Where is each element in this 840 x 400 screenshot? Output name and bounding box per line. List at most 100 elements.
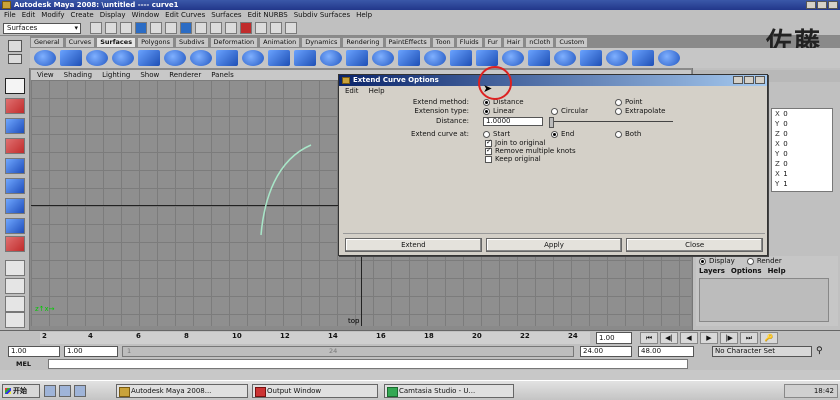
go-to-start-icon[interactable]: ⏮	[640, 332, 658, 344]
nurbs-torus-icon[interactable]	[164, 50, 186, 66]
animation-start-field[interactable]: 1.00	[8, 346, 60, 357]
loft-icon[interactable]	[268, 50, 290, 66]
step-back-icon[interactable]: ◀|	[660, 332, 678, 344]
birail-icon[interactable]	[346, 50, 368, 66]
dialog-title-bar[interactable]: Extend Curve Options	[339, 75, 767, 86]
move-tool-icon[interactable]	[5, 138, 25, 154]
snap-point-icon[interactable]	[210, 22, 222, 34]
channel-row[interactable]: Y 0	[772, 119, 832, 129]
menu-edit-curves[interactable]: Edit Curves	[165, 10, 205, 20]
menu-edit[interactable]: Edit	[22, 10, 36, 20]
rotate-tool-icon[interactable]	[5, 158, 25, 174]
close-button[interactable]	[828, 1, 838, 9]
snap-grid-icon[interactable]	[180, 22, 192, 34]
extension-type-linear-radio[interactable]: Linear	[483, 107, 515, 116]
shelf-tab-surfaces[interactable]: Surfaces	[96, 37, 137, 48]
snap-curve-icon[interactable]	[195, 22, 207, 34]
shelf-tab-polygons[interactable]: Polygons	[137, 37, 174, 48]
layer-menu-help[interactable]: Help	[768, 266, 786, 276]
channel-row[interactable]: X 1	[772, 169, 832, 179]
shelf-tab-toon[interactable]: Toon	[431, 37, 455, 48]
shelf-tab-fluids[interactable]: Fluids	[455, 37, 483, 48]
show-desktop-icon[interactable]	[44, 385, 56, 397]
layout-four-icon[interactable]	[5, 278, 25, 294]
current-frame-field[interactable]: 1.00	[596, 332, 632, 344]
project-curve-icon[interactable]	[450, 50, 472, 66]
panel-menu-view[interactable]: View	[37, 70, 54, 80]
stitch-icon[interactable]	[632, 50, 654, 66]
menu-help[interactable]: Help	[356, 10, 372, 20]
shelf-tab-rendering[interactable]: Rendering	[342, 37, 384, 48]
menu-set-dropdown[interactable]: Surfaces	[3, 23, 81, 34]
channel-row[interactable]: Z 0	[772, 159, 832, 169]
manipulator-tool-icon[interactable]	[5, 198, 25, 214]
nurbs-plane-icon[interactable]	[138, 50, 160, 66]
command-input[interactable]	[48, 359, 688, 369]
panel-menu-show[interactable]: Show	[140, 70, 159, 80]
extend-at-end-radio[interactable]: End	[551, 130, 574, 139]
extension-type-extrapolate-radio[interactable]: Extrapolate	[615, 107, 666, 116]
layer-menu-layers[interactable]: Layers	[699, 266, 725, 276]
bevel-icon[interactable]	[424, 50, 446, 66]
panel-menu-renderer[interactable]: Renderer	[169, 70, 201, 80]
character-key-icon[interactable]: ⚲	[816, 346, 823, 356]
extend-at-both-radio[interactable]: Both	[615, 130, 641, 139]
shelf-tab-dynamics[interactable]: Dynamics	[301, 37, 342, 48]
layer-render-radio[interactable]: Render	[746, 256, 782, 266]
menu-display[interactable]: Display	[100, 10, 126, 20]
nurbs-cylinder-icon[interactable]	[86, 50, 108, 66]
dialog-menu-help[interactable]: Help	[369, 86, 385, 96]
save-scene-icon[interactable]	[120, 22, 132, 34]
fillet-icon[interactable]	[606, 50, 628, 66]
extend-curve-icon[interactable]	[502, 50, 524, 66]
command-language-label[interactable]: MEL	[16, 360, 31, 368]
menu-file[interactable]: File	[4, 10, 16, 20]
go-to-end-icon[interactable]: ⏭	[740, 332, 758, 344]
menu-window[interactable]: Window	[132, 10, 160, 20]
layer-list[interactable]	[699, 278, 829, 322]
paint-select-tool-icon[interactable]	[5, 118, 25, 134]
shelf-tab-general[interactable]: General	[30, 37, 64, 48]
boundary-icon[interactable]	[372, 50, 394, 66]
menu-surfaces[interactable]: Surfaces	[211, 10, 241, 20]
nurbs-cube-icon[interactable]	[60, 50, 82, 66]
nurbs-square-icon[interactable]	[216, 50, 238, 66]
shelf-tab-fur[interactable]: Fur	[483, 37, 502, 48]
sculpt-icon[interactable]	[658, 50, 680, 66]
soft-mod-tool-icon[interactable]	[5, 236, 25, 252]
channel-row[interactable]: X 0	[772, 139, 832, 149]
step-forward-icon[interactable]: |▶	[720, 332, 738, 344]
channel-row[interactable]: Y 1	[772, 179, 832, 189]
render-icon[interactable]	[255, 22, 267, 34]
menu-modify[interactable]: Modify	[41, 10, 64, 20]
layer-menu-options[interactable]: Options	[731, 266, 762, 276]
shelf-tab-menu-icon[interactable]	[8, 40, 22, 52]
select-by-object-icon[interactable]	[150, 22, 162, 34]
shelf-tab-custom[interactable]: Custom	[555, 37, 589, 48]
extrude-icon[interactable]	[320, 50, 342, 66]
extension-type-circular-radio[interactable]: Circular	[551, 107, 588, 116]
browser-icon[interactable]	[59, 385, 71, 397]
minimize-button[interactable]	[806, 1, 816, 9]
channel-row[interactable]: X 0	[772, 109, 832, 119]
last-tool-icon[interactable]	[5, 218, 25, 234]
character-set-dropdown[interactable]: No Character Set	[712, 346, 812, 357]
shelf-menu-icon[interactable]	[8, 54, 22, 64]
menu-subdiv-surfaces[interactable]: Subdiv Surfaces	[294, 10, 350, 20]
snap-view-plane-icon[interactable]	[225, 22, 237, 34]
new-scene-icon[interactable]	[90, 22, 102, 34]
shelf-tab-hair[interactable]: Hair	[502, 37, 525, 48]
taskbar-item-maya[interactable]: Autodesk Maya 2008...	[116, 384, 248, 398]
dialog-maximize-button[interactable]	[744, 76, 754, 84]
channel-row[interactable]: Z 0	[772, 129, 832, 139]
history-icon[interactable]	[240, 22, 252, 34]
menu-edit-nurbs[interactable]: Edit NURBS	[248, 10, 288, 20]
shelf-tab-animation[interactable]: Animation	[259, 37, 301, 48]
maximize-button[interactable]	[817, 1, 827, 9]
media-icon[interactable]	[74, 385, 86, 397]
playback-end-field[interactable]: 24.00	[580, 346, 632, 357]
square-surface-icon[interactable]	[398, 50, 420, 66]
play-backward-icon[interactable]: ◀	[680, 332, 698, 344]
layer-display-radio[interactable]: Display	[699, 256, 735, 266]
dialog-close-button[interactable]	[755, 76, 765, 84]
